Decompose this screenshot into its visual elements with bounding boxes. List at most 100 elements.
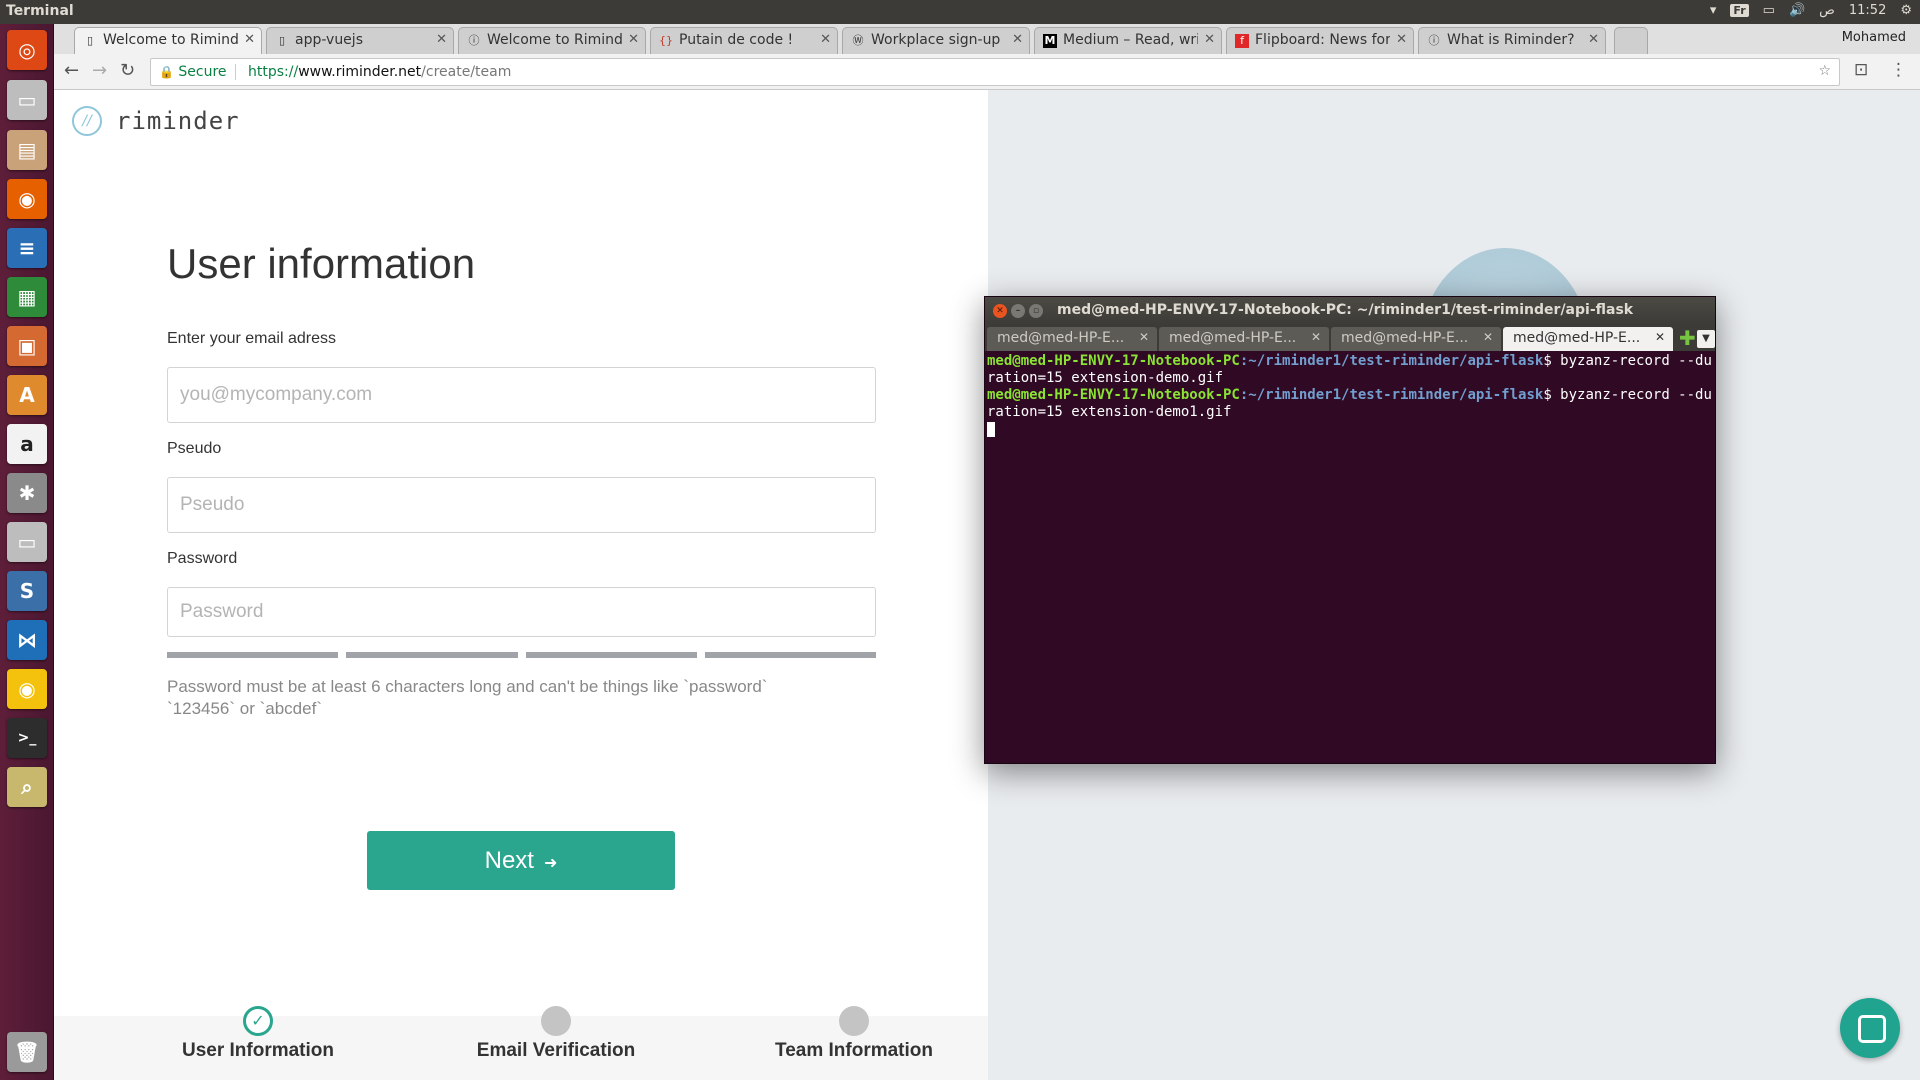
- clock[interactable]: 11:52: [1849, 3, 1886, 18]
- password-hint: Password must be at least 6 characters l…: [167, 677, 768, 718]
- browser-tab[interactable]: ▯ app-vuejs ✕: [266, 27, 454, 54]
- terminal-line: med@med-HP-ENVY-17-Notebook-PC:~/riminde…: [987, 387, 1712, 420]
- browser-chrome: ▯ Welcome to Riminder ✕ ▯ app-vuejs ✕ ⓘ …: [54, 24, 1920, 90]
- close-icon[interactable]: ✕: [1139, 330, 1149, 344]
- terminal-output[interactable]: med@med-HP-ENVY-17-Notebook-PC:~/riminde…: [985, 351, 1715, 440]
- wifi-icon[interactable]: ▾: [1710, 3, 1717, 18]
- medium-icon: M: [1043, 34, 1057, 48]
- impress-icon[interactable]: ▣: [7, 326, 47, 366]
- strength-segment: [346, 652, 518, 658]
- ubuntu-dash-icon[interactable]: ◎: [7, 30, 47, 70]
- browser-tab[interactable]: ⓘ What is Riminder? ✕: [1418, 27, 1606, 54]
- close-icon[interactable]: ✕: [1588, 32, 1599, 47]
- trash-icon[interactable]: 🗑: [7, 1032, 47, 1072]
- am-pm-indicator: ص: [1819, 3, 1835, 18]
- secure-label[interactable]: Secure: [178, 64, 236, 80]
- step-email-verification: Email Verification: [456, 1006, 656, 1062]
- reload-icon[interactable]: ↻: [120, 60, 135, 81]
- next-button[interactable]: Next ➜: [367, 831, 675, 890]
- vscode-icon[interactable]: ⋈: [7, 620, 47, 660]
- lock-icon[interactable]: 🔒: [159, 65, 174, 79]
- maximize-icon[interactable]: ▫: [1029, 304, 1043, 318]
- star-icon[interactable]: ☆: [1818, 63, 1831, 79]
- active-app-title: Terminal: [6, 3, 74, 19]
- address-bar[interactable]: 🔒 Secure https://www.riminder.net/create…: [150, 58, 1840, 86]
- keyboard-layout-indicator[interactable]: Fr: [1730, 4, 1749, 17]
- close-icon[interactable]: ✕: [436, 32, 447, 47]
- minimize-icon[interactable]: –: [1011, 304, 1025, 318]
- menu-icon[interactable]: ⋮: [1890, 60, 1907, 80]
- files-icon[interactable]: ▤: [7, 130, 47, 170]
- step-dot: [839, 1006, 869, 1036]
- chat-widget-button[interactable]: [1840, 998, 1900, 1058]
- browser-tab[interactable]: ▯ Welcome to Riminder ✕: [74, 27, 262, 54]
- close-icon[interactable]: ✕: [1311, 330, 1321, 344]
- step-user-information: ✓ User Information: [158, 1006, 358, 1062]
- terminal-line: med@med-HP-ENVY-17-Notebook-PC:~/riminde…: [987, 353, 1712, 386]
- password-strength-meter: [167, 652, 876, 658]
- drive-icon[interactable]: ▭: [7, 80, 47, 120]
- close-icon[interactable]: ✕: [993, 304, 1007, 318]
- search-tool-icon[interactable]: ⌕: [7, 767, 47, 807]
- browser-tab[interactable]: f Flipboard: News for ✕: [1226, 27, 1414, 54]
- pseudo-field[interactable]: [167, 477, 876, 533]
- extension-icon[interactable]: ⊡: [1854, 60, 1868, 80]
- close-icon[interactable]: ✕: [1204, 32, 1215, 47]
- terminal-cursor: [987, 421, 995, 437]
- browser-tab[interactable]: ⓘ Welcome to Riminder ✕: [458, 27, 646, 54]
- terminal-tab[interactable]: med@med-HP-E... ✕: [1331, 327, 1501, 351]
- close-icon[interactable]: ✕: [1012, 32, 1023, 47]
- terminal-tab[interactable]: med@med-HP-E... ✕: [1159, 327, 1329, 351]
- software-center-icon[interactable]: A: [7, 375, 47, 415]
- new-tab-plus-icon[interactable]: ✚: [1679, 328, 1696, 348]
- amazon-icon[interactable]: a: [7, 424, 47, 464]
- profile-name[interactable]: Mohamed: [1842, 30, 1906, 45]
- terminal-titlebar[interactable]: ✕ – ▫ med@med-HP-ENVY-17-Notebook-PC: ~/…: [985, 297, 1715, 325]
- check-icon: ✓: [243, 1006, 273, 1036]
- back-arrow-icon[interactable]: ←: [64, 60, 79, 81]
- riminder-logo-icon: //: [72, 106, 102, 136]
- strength-segment: [525, 652, 697, 658]
- calc-icon[interactable]: ▦: [7, 277, 47, 317]
- gear-icon[interactable]: ⚙: [1900, 3, 1912, 18]
- close-icon[interactable]: ✕: [628, 32, 639, 47]
- close-icon[interactable]: ✕: [1396, 32, 1407, 47]
- email-field[interactable]: [167, 367, 876, 423]
- terminal-window[interactable]: ✕ – ▫ med@med-HP-ENVY-17-Notebook-PC: ~/…: [984, 296, 1716, 764]
- volume-icon[interactable]: 🔊: [1789, 3, 1805, 18]
- close-icon[interactable]: ✕: [820, 32, 831, 47]
- tab-menu-icon[interactable]: ▼: [1697, 330, 1715, 348]
- browser-tab[interactable]: {} Putain de code ! ✕: [650, 27, 838, 54]
- close-icon[interactable]: ✕: [244, 32, 255, 47]
- step-dot: [541, 1006, 571, 1036]
- system-tray: ▾ Fr ▭ 🔊 ص 11:52 ⚙: [1710, 3, 1912, 18]
- settings-icon[interactable]: ✱: [7, 473, 47, 513]
- firefox-icon[interactable]: ◉: [7, 179, 47, 219]
- navigation-bar: ← → ↻ 🔒 Secure https://www.riminder.net/…: [54, 54, 1920, 90]
- disk-icon[interactable]: ▭: [7, 522, 47, 562]
- close-icon[interactable]: ✕: [1655, 330, 1665, 344]
- pseudo-label: Pseudo: [167, 440, 222, 457]
- writer-icon[interactable]: ≡: [7, 228, 47, 268]
- strength-segment: [167, 652, 339, 658]
- window-controls: ✕ – ▫: [993, 304, 1043, 318]
- browser-tab[interactable]: Ⓦ Workplace sign-up ✕: [842, 27, 1030, 54]
- logo-text: riminder: [116, 107, 240, 135]
- terminal-tab-strip: med@med-HP-E... ✕ med@med-HP-E... ✕ med@me…: [985, 325, 1715, 351]
- terminal-tab[interactable]: med@med-HP-E... ✕: [1503, 327, 1673, 351]
- new-tab-button[interactable]: [1614, 27, 1648, 54]
- close-icon[interactable]: ✕: [1483, 330, 1493, 344]
- flipboard-icon: f: [1235, 34, 1249, 48]
- browser-tab[interactable]: M Medium – Read, write ✕: [1034, 27, 1222, 54]
- riminder-icon: ⓘ: [1428, 34, 1440, 47]
- battery-icon[interactable]: ▭: [1763, 3, 1775, 18]
- password-field[interactable]: [167, 587, 876, 637]
- terminal-icon[interactable]: >_: [7, 718, 47, 758]
- riminder-icon: ⓘ: [468, 34, 480, 47]
- terminal-tab[interactable]: med@med-HP-E... ✕: [987, 327, 1157, 351]
- forward-arrow-icon[interactable]: →: [92, 60, 107, 81]
- page-title: User information: [167, 240, 476, 287]
- skype-icon[interactable]: S: [7, 571, 47, 611]
- chrome-icon[interactable]: ◉: [7, 669, 47, 709]
- riminder-logo[interactable]: // riminder: [72, 106, 240, 136]
